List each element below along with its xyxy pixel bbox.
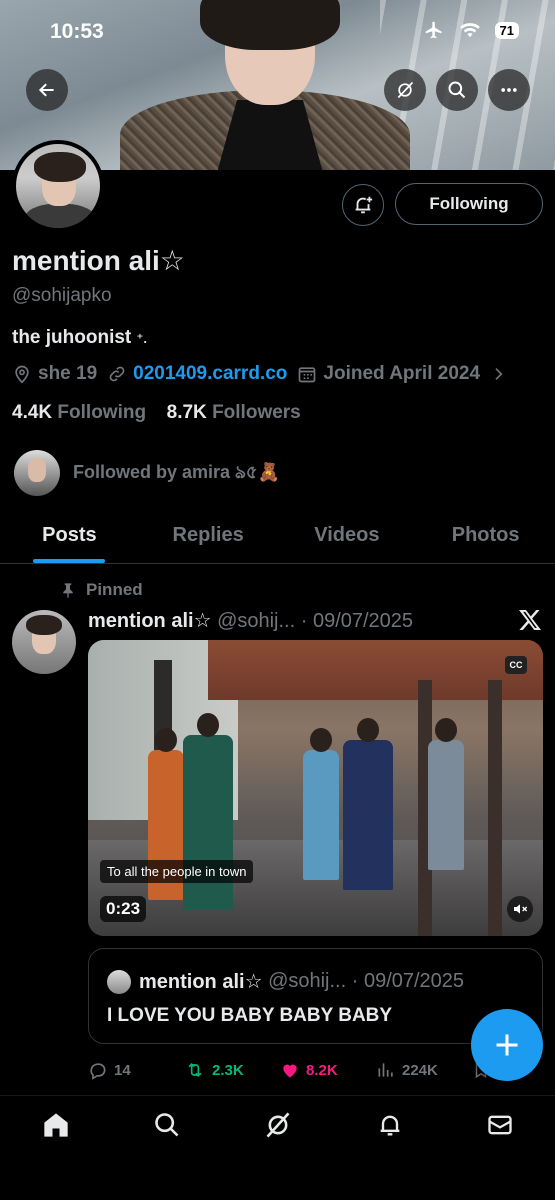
views-button[interactable]: 224K (376, 1060, 438, 1080)
follow-stats: 4.4K Following 8.7K Followers (12, 402, 301, 424)
following-count: 4.4K (12, 402, 53, 423)
location-text: she 19 (38, 363, 98, 384)
home-icon (44, 1113, 68, 1137)
more-options-button[interactable] (488, 69, 530, 111)
followed-by-row[interactable]: Followed by amira ঌ৫🧸 (14, 450, 280, 496)
nav-messages[interactable] (485, 1110, 515, 1140)
following-stat[interactable]: 4.4K Following (12, 402, 146, 423)
like-count: 8.2K (306, 1061, 338, 1079)
location-item: she 19 (12, 363, 97, 385)
profile-meta: she 19 0201409.carrd.co Joined April 202… (12, 363, 512, 385)
notifications-button[interactable] (342, 184, 384, 226)
wifi-icon (459, 23, 480, 38)
more-icon (501, 88, 517, 92)
views-count: 224K (402, 1061, 438, 1079)
following-button[interactable]: Following (395, 183, 543, 225)
nav-home[interactable] (41, 1110, 71, 1140)
tab-videos[interactable]: Videos (278, 508, 417, 563)
nav-grok[interactable] (263, 1110, 293, 1140)
profile-tabs: Posts Replies Videos Photos (0, 508, 555, 564)
followers-count: 8.7K (166, 402, 207, 423)
location-pin-icon (15, 365, 29, 384)
website-link[interactable]: 0201409.carrd.co (133, 363, 287, 385)
sparkle-decoration: ⁺. (136, 331, 148, 346)
quoted-author-name: mention ali☆ (139, 971, 263, 993)
display-name: mention ali☆ (12, 245, 185, 276)
link-icon (109, 366, 125, 382)
profile-avatar[interactable] (12, 140, 104, 232)
search-button[interactable] (436, 69, 478, 111)
pinned-indicator: Pinned (60, 580, 143, 600)
like-button[interactable]: 8.2K (280, 1060, 338, 1080)
nav-search[interactable] (152, 1110, 182, 1140)
plus-icon (496, 1034, 518, 1056)
grok-icon (266, 1112, 290, 1138)
user-handle: @sohijapko (12, 285, 112, 306)
quoted-author-avatar (107, 969, 131, 994)
calendar-icon (299, 367, 316, 383)
pinned-label: Pinned (86, 580, 143, 599)
video-caption: To all the people in town (100, 860, 254, 883)
mail-icon (488, 1115, 512, 1135)
reply-count: 14 (114, 1061, 131, 1079)
post-author-avatar[interactable] (12, 610, 76, 674)
tab-photos[interactable]: Photos (416, 508, 555, 563)
website-item[interactable]: 0201409.carrd.co (107, 363, 287, 385)
status-bar: 10:53 71 (0, 14, 555, 54)
joined-text: Joined April 2024 (323, 363, 481, 384)
post-video[interactable]: CC To all the people in town 0:23 (88, 640, 543, 936)
chevron-right-icon[interactable] (490, 365, 506, 383)
post-handle-date: @sohij... · 09/07/2025 (217, 610, 414, 632)
captions-button[interactable]: CC (505, 656, 527, 674)
bio-content: the juhoonist (12, 327, 132, 348)
search-icon (448, 81, 466, 99)
mute-button[interactable] (507, 896, 533, 922)
post-author-name[interactable]: mention ali☆ (88, 610, 212, 632)
nav-notifications[interactable] (375, 1110, 405, 1140)
tab-posts[interactable]: Posts (0, 508, 139, 563)
reply-button[interactable]: 14 (88, 1060, 131, 1080)
quoted-handle-date: @sohij... · 09/07/2025 (268, 970, 465, 992)
search-icon (155, 1113, 179, 1137)
speaker-muted-icon (514, 904, 528, 914)
bell-plus-icon (355, 196, 373, 214)
followers-stat[interactable]: 8.7K Followers (167, 402, 301, 423)
following-label: Following (57, 402, 147, 423)
arrow-left-icon (38, 83, 54, 97)
bell-icon (380, 1115, 400, 1136)
x-logo-icon[interactable] (518, 608, 542, 632)
joined-item: Joined April 2024 (297, 363, 480, 385)
followers-label: Followers (212, 402, 301, 423)
compose-post-button[interactable] (471, 1009, 543, 1081)
views-chart-icon (378, 1063, 393, 1077)
pin-icon (63, 583, 73, 598)
back-button[interactable] (26, 69, 68, 111)
tab-replies[interactable]: Replies (139, 508, 278, 563)
post-actions: 14 2.3K 8.2K 224K (88, 1058, 488, 1082)
post-header: mention ali☆ @sohij... · 09/07/2025 (88, 608, 413, 633)
battery-indicator: 71 (494, 21, 519, 39)
status-time: 10:53 (50, 20, 104, 43)
repost-count: 2.3K (212, 1061, 244, 1079)
airplane-icon (425, 21, 442, 39)
followed-by-text: Followed by amira ঌ৫🧸 (73, 461, 280, 482)
bio-text: the juhoonist ⁺. (12, 327, 147, 349)
repost-button[interactable]: 2.3K (184, 1060, 244, 1080)
quoted-post-text: I LOVE YOU BABY BABY BABY (107, 1005, 393, 1026)
reply-icon (90, 1063, 106, 1080)
follower-avatar (14, 450, 60, 496)
bottom-navigation (0, 1095, 555, 1200)
video-duration: 0:23 (100, 896, 147, 922)
grok-icon (397, 81, 414, 99)
grok-button[interactable] (384, 69, 426, 111)
repost-icon (188, 1062, 202, 1078)
heart-icon (283, 1064, 297, 1078)
quoted-post-header: mention ali☆ @sohij... · 09/07/2025 (107, 969, 464, 994)
